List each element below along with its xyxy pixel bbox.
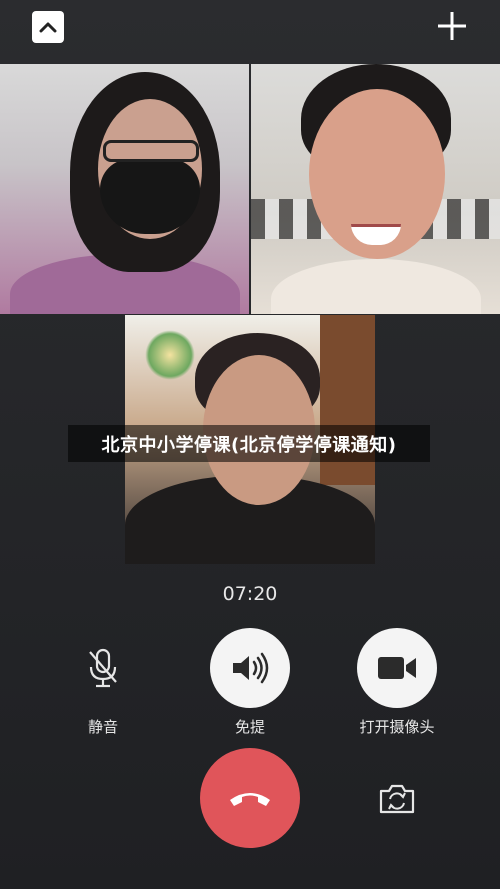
caption-overlay: 北京中小学停课(北京停学停课通知) <box>68 425 430 462</box>
top-bar <box>0 0 500 60</box>
speaker-circle[interactable] <box>210 628 290 708</box>
camera-circle[interactable] <box>357 628 437 708</box>
add-participant-button[interactable] <box>436 10 468 42</box>
glasses <box>103 140 199 162</box>
hangup-button[interactable] <box>200 748 300 848</box>
speaker-button[interactable]: 免提 <box>190 628 310 737</box>
mute-label: 静音 <box>87 718 118 736</box>
mute-circle[interactable] <box>63 628 143 708</box>
phone-hangup-icon <box>230 793 270 806</box>
chevron-up-icon <box>39 22 57 33</box>
switch-camera-icon <box>379 784 415 814</box>
speaker-icon <box>233 652 269 684</box>
plus-icon <box>438 12 466 40</box>
participant-body <box>271 259 481 314</box>
collapse-button[interactable] <box>32 11 64 43</box>
switch-camera-button[interactable] <box>377 782 417 816</box>
camera-button[interactable]: 打开摄像头 <box>337 628 457 737</box>
video-camera-icon <box>378 657 416 679</box>
mute-button[interactable]: 静音 <box>43 628 163 737</box>
flower-decoration <box>145 330 195 380</box>
call-timer: 07:20 <box>222 583 278 605</box>
mic-off-icon <box>89 648 117 688</box>
participant-video-1[interactable] <box>0 64 249 314</box>
camera-label: 打开摄像头 <box>359 718 435 736</box>
participant-video-2[interactable] <box>251 64 500 314</box>
speaker-label: 免提 <box>234 718 265 736</box>
